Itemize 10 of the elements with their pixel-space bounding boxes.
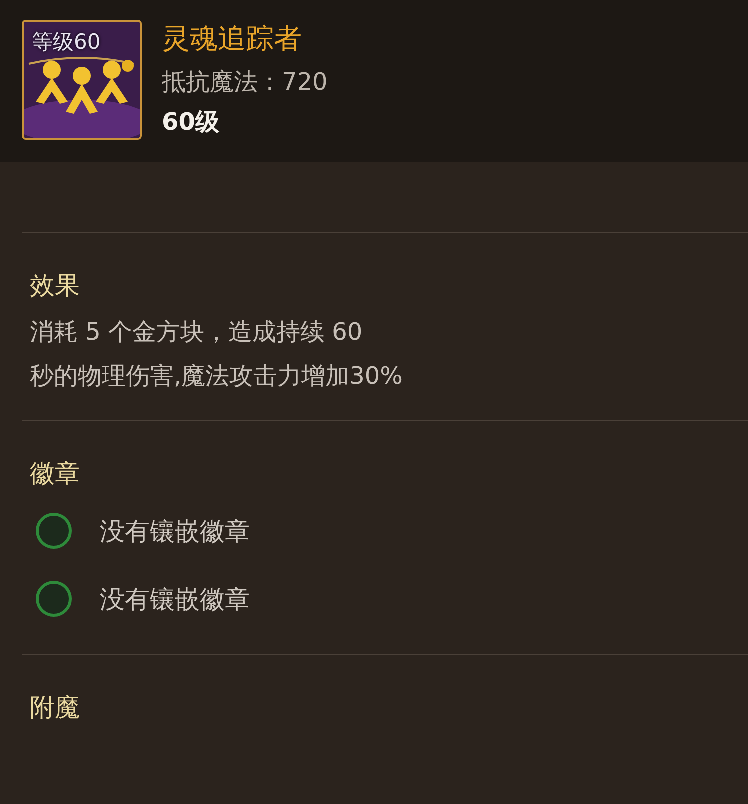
item-level: 60级 (162, 107, 220, 138)
effect-text: 消耗 5 个金方块，造成持续 60 秒的物理伤害,魔法攻击力增加30% (30, 317, 404, 392)
slot-label: 没有镶嵌徽章 (100, 584, 250, 616)
section-title: 徽章 (30, 458, 81, 490)
item-stat: 抵抗魔法：720 (162, 67, 328, 98)
section-title: 附魔 (30, 692, 81, 724)
level-label: 等级60 (32, 29, 101, 56)
slot-label: 没有镶嵌徽章 (100, 516, 250, 548)
section-title: 效果 (30, 270, 81, 302)
item-name: 灵魂追踪者 (162, 21, 303, 57)
